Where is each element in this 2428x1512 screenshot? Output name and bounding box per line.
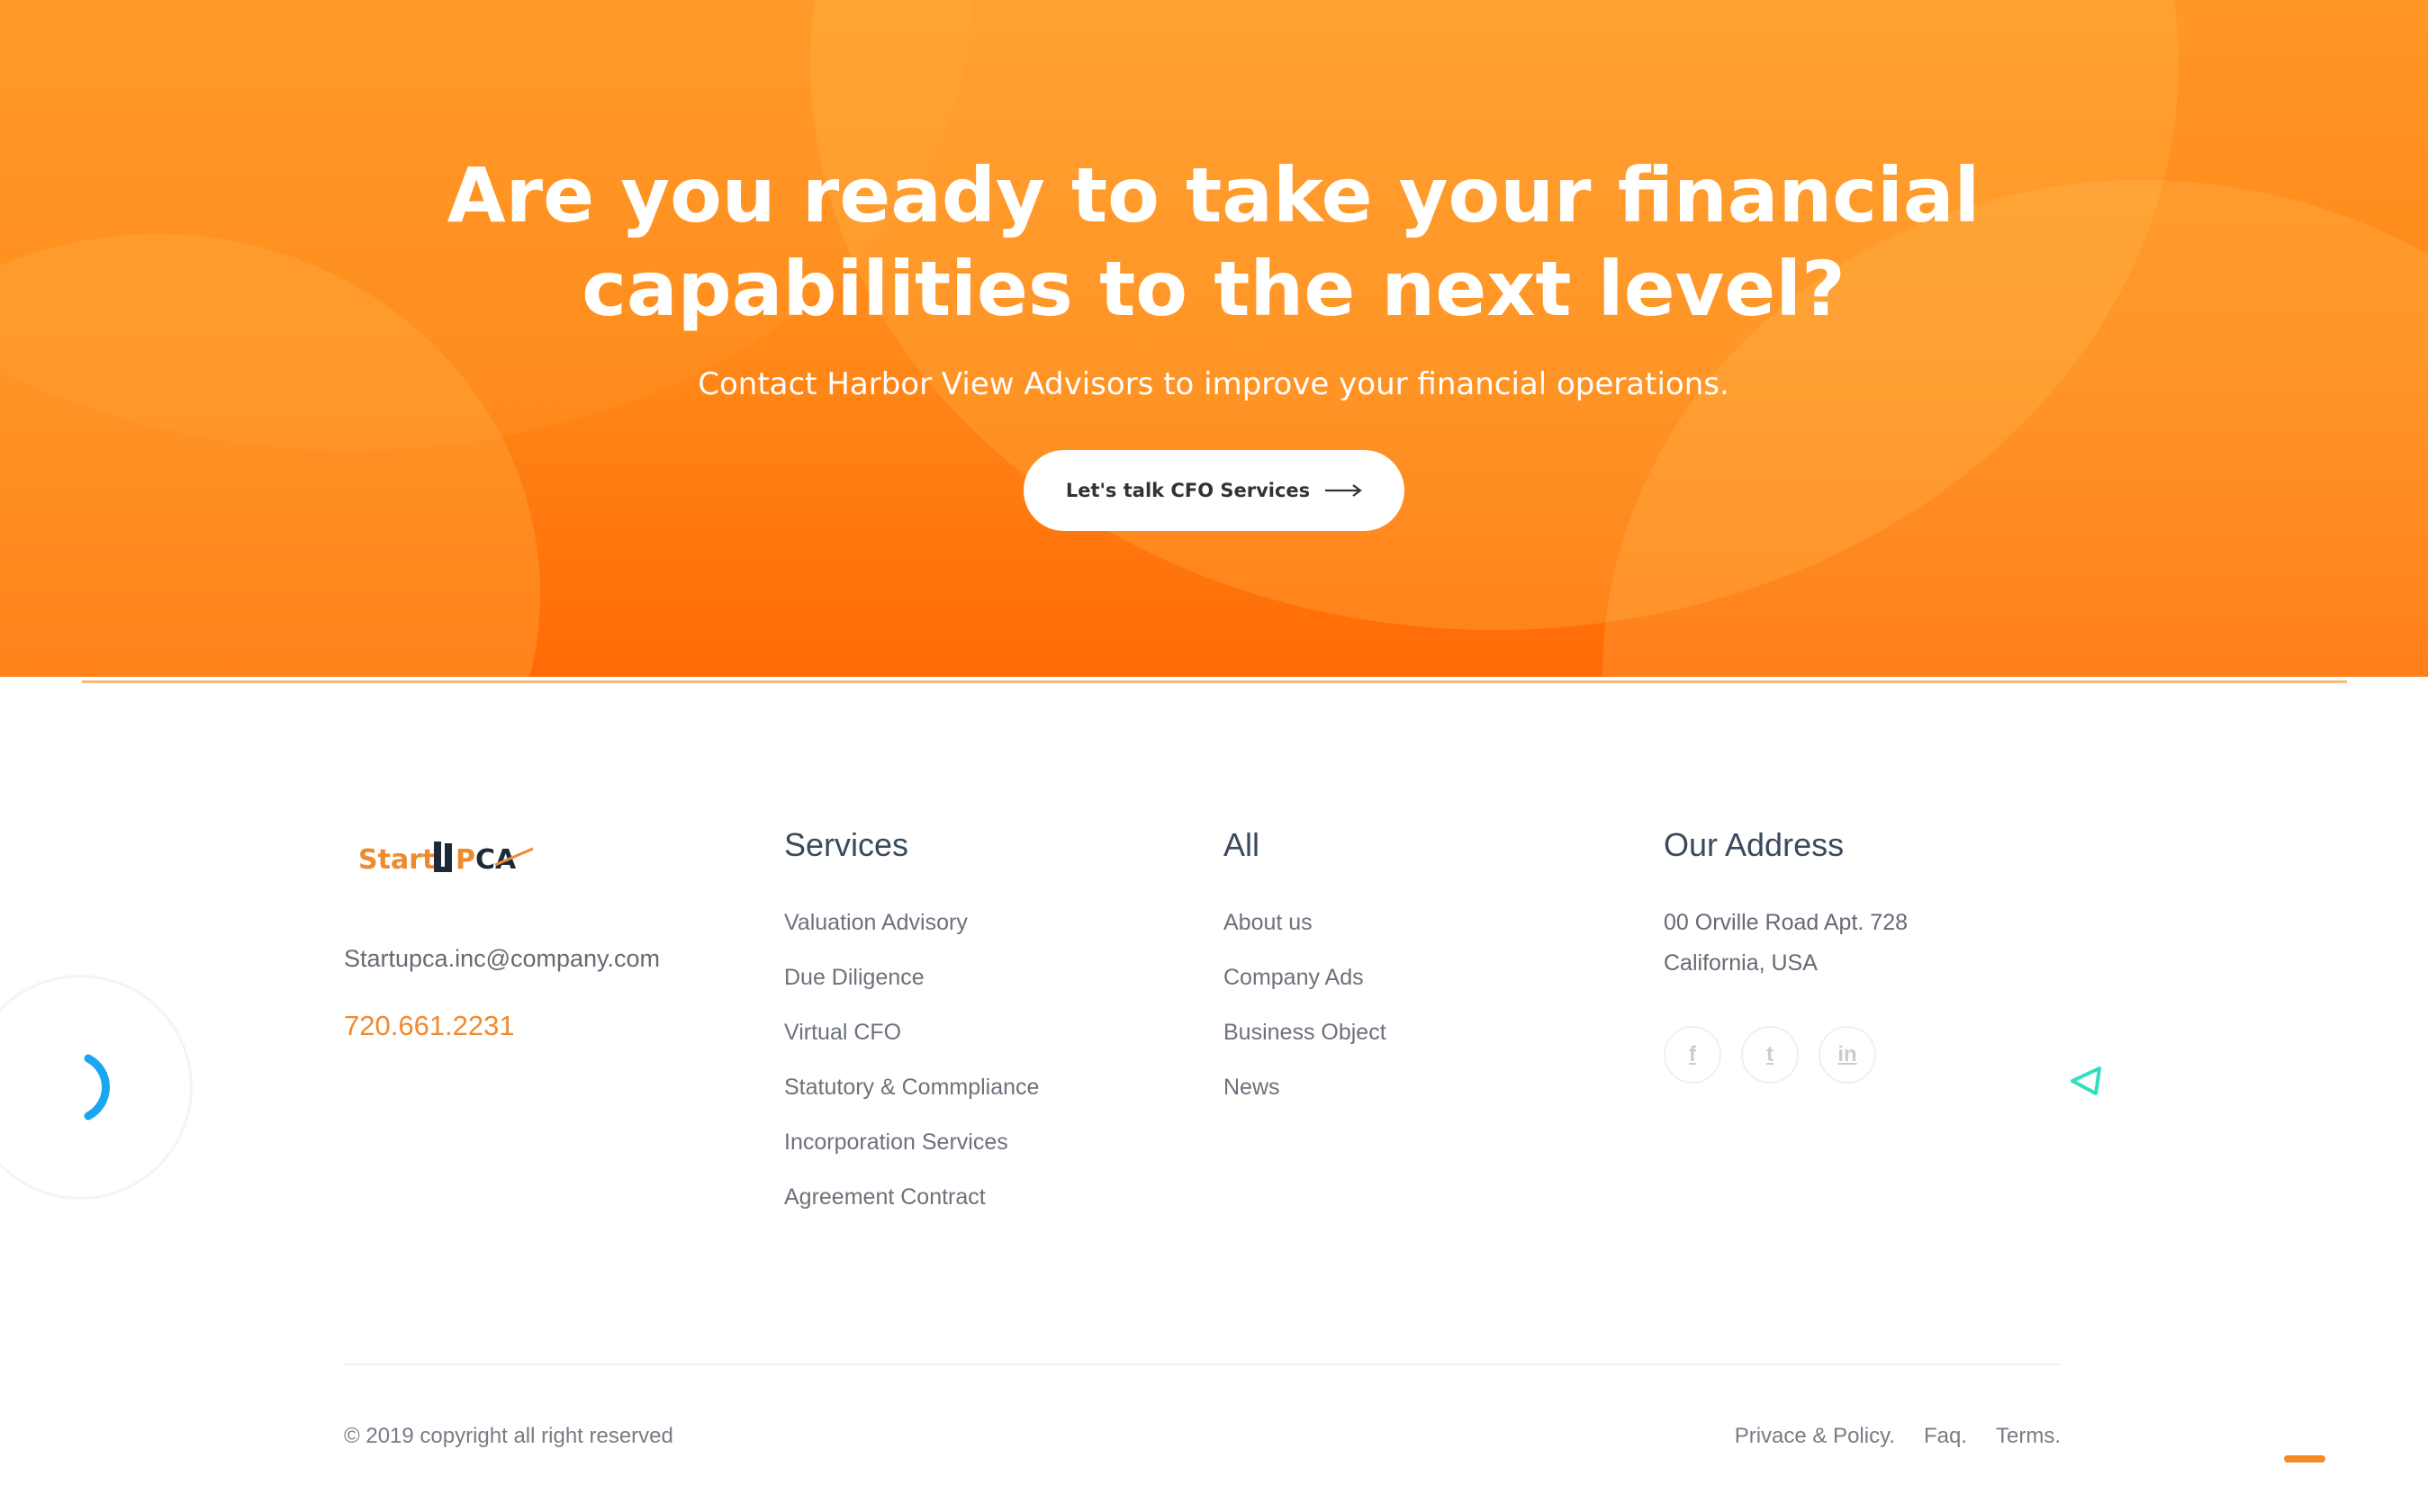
list-item: Statutory & Commpliance	[784, 1076, 1039, 1099]
startupca-logo[interactable]: Start P CA	[344, 832, 551, 886]
facebook-icon[interactable]: f	[1664, 1026, 1721, 1084]
address-line-2: California, USA	[1664, 950, 1818, 976]
all-link-company-ads[interactable]: Company Ads	[1223, 965, 1364, 990]
faq-link[interactable]: Faq.	[1924, 1424, 1967, 1449]
services-list: Valuation Advisory Due Diligence Virtual…	[784, 911, 1039, 1240]
svg-text:CA: CA	[475, 844, 517, 876]
arrow-right-icon	[1324, 483, 1362, 498]
list-item: Due Diligence	[784, 966, 1039, 989]
list-item: Company Ads	[1223, 966, 1386, 989]
services-link-virtual-cfo[interactable]: Virtual CFO	[784, 1020, 901, 1045]
cta-subtitle: Contact Harbor View Advisors to improve …	[698, 366, 1729, 402]
social-links: f t in	[1664, 1026, 1876, 1084]
all-link-business-object[interactable]: Business Object	[1223, 1020, 1386, 1045]
all-heading: All	[1223, 826, 1260, 863]
address-line-1: 00 Orville Road Apt. 728	[1664, 910, 1908, 935]
all-link-news[interactable]: News	[1223, 1075, 1280, 1100]
svg-text:P: P	[456, 844, 475, 876]
cfo-services-button[interactable]: Let's talk CFO Services	[1024, 450, 1404, 531]
cfo-services-button-label: Let's talk CFO Services	[1065, 480, 1311, 501]
privacy-policy-link[interactable]: Privace & Policy.	[1735, 1424, 1895, 1449]
all-link-about[interactable]: About us	[1223, 910, 1313, 935]
legal-links: Privace & Policy. Faq. Terms.	[1735, 1424, 2061, 1449]
services-link-due-diligence[interactable]: Due Diligence	[784, 965, 925, 990]
decorative-arc-icon	[84, 1054, 110, 1120]
services-link-incorporation[interactable]: Incorporation Services	[784, 1130, 1008, 1155]
services-link-statutory[interactable]: Statutory & Commpliance	[784, 1075, 1039, 1100]
twitter-icon[interactable]: t	[1741, 1026, 1799, 1084]
list-item: News	[1223, 1076, 1386, 1099]
all-list: About us Company Ads Business Object New…	[1223, 911, 1386, 1130]
services-heading: Services	[784, 826, 909, 863]
contact-phone[interactable]: 720.661.2231	[344, 1010, 515, 1042]
list-item: Valuation Advisory	[784, 911, 1039, 934]
list-item: Business Object	[1223, 1021, 1386, 1044]
address-text: 00 Orville Road Apt. 728 California, USA	[1664, 903, 1908, 984]
list-item: Virtual CFO	[784, 1021, 1039, 1044]
decorative-triangle-icon	[2071, 1066, 2101, 1095]
copyright-text: © 2019 copyright all right reserved	[344, 1424, 673, 1448]
svg-text:Start: Start	[358, 844, 435, 876]
list-item: Incorporation Services	[784, 1130, 1039, 1154]
list-item: Agreement Contract	[784, 1185, 1039, 1209]
address-heading: Our Address	[1664, 826, 1845, 863]
linkedin-icon[interactable]: in	[1819, 1026, 1876, 1084]
services-link-agreement[interactable]: Agreement Contract	[784, 1184, 986, 1210]
section-divider	[82, 680, 2347, 683]
footer-divider	[344, 1364, 2062, 1365]
cta-title: Are you ready to take your financial cap…	[447, 151, 1981, 333]
terms-link[interactable]: Terms.	[1996, 1424, 2061, 1449]
contact-email[interactable]: Startupca.inc@company.com	[344, 945, 660, 973]
services-link-valuation[interactable]: Valuation Advisory	[784, 910, 968, 935]
cta-banner: Are you ready to take your financial cap…	[0, 0, 2428, 677]
list-item: About us	[1223, 911, 1386, 934]
scroll-to-top-button[interactable]	[2284, 1455, 2325, 1462]
